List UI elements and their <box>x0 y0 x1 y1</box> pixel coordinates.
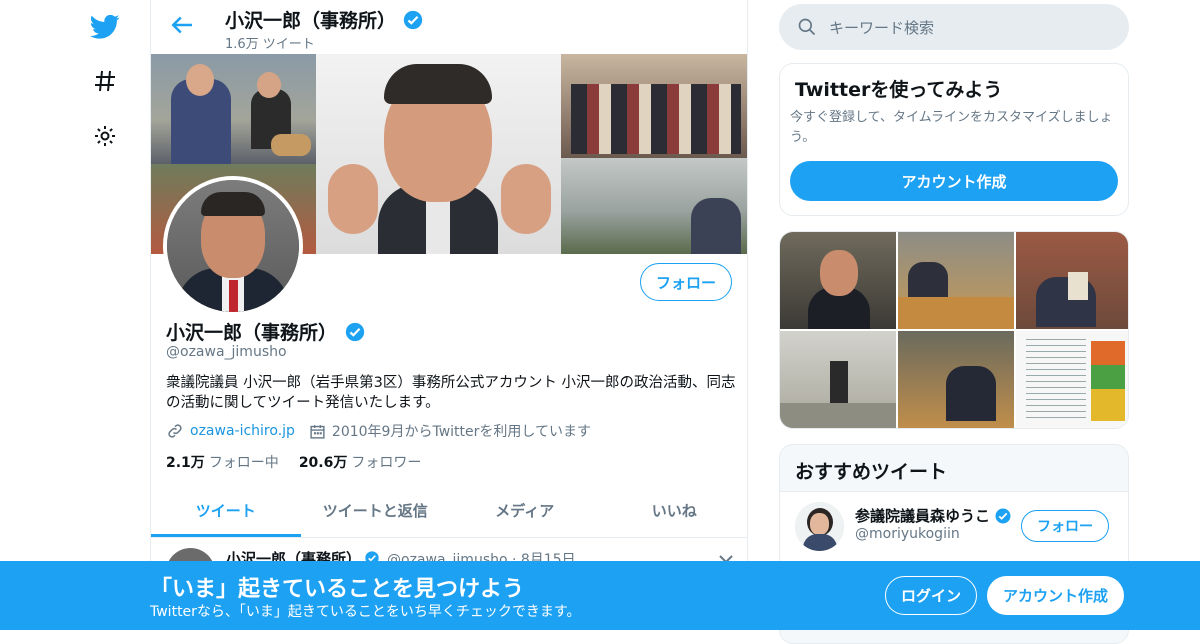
profile-topbar: 小沢一郎（事務所） 1.6万 ツイート <box>151 0 747 54</box>
avatar <box>795 502 844 551</box>
media-thumbnail[interactable] <box>780 331 896 428</box>
following-count[interactable]: 2.1万 フォロー中 <box>166 452 279 472</box>
main-column: 小沢一郎（事務所） 1.6万 ツイート フォロー 小沢一郎（事務所） @ozaw… <box>150 0 748 630</box>
profile-bio: 衆議院議員 小沢一郎（岩手県第3区）事務所公式アカウント 小沢一郎の政治活動、同… <box>166 375 736 411</box>
bottom-bar-title: 「いま」起きていることを見つけよう <box>150 577 525 602</box>
media-thumbnail[interactable] <box>1016 232 1128 329</box>
following-label: フォロー中 <box>208 455 279 471</box>
verified-badge-icon <box>403 10 423 29</box>
recommended-user-name-text: 参議院議員森ゆうこ <box>855 507 991 525</box>
media-grid <box>779 231 1129 429</box>
profile-meta: ozawa-ichiro.jp 2010年9月からTwitterを利用しています <box>166 421 591 441</box>
profile-joined: 2010年9月からTwitterを利用しています <box>309 421 591 441</box>
search-input[interactable]: キーワード検索 <box>829 17 934 38</box>
bottom-signup-bar: 「いま」起きていることを見つけよう Twitterなら、「いま」起きていることを… <box>0 561 1200 630</box>
back-arrow-icon[interactable] <box>167 10 197 40</box>
recommended-user[interactable]: 参議院議員森ゆうこ @moriyukogiin フォロー <box>780 491 1128 561</box>
profile-name-text: 小沢一郎（事務所） <box>166 322 338 344</box>
profile-counts: 2.1万 フォロー中 20.6万 フォロワー <box>166 452 421 472</box>
recommended-user-name: 参議院議員森ゆうこ <box>855 505 1012 526</box>
following-number: 2.1万 <box>166 455 205 471</box>
media-thumbnail[interactable] <box>1016 331 1128 428</box>
joined-text: 2010年9月からTwitterを利用しています <box>331 424 591 440</box>
signup-card: Twitterを使ってみよう 今すぐ登録して、タイムラインをカスタマイズしましょ… <box>779 63 1129 216</box>
gear-icon[interactable] <box>88 119 122 153</box>
header-tweet-count: 1.6万 ツイート <box>225 37 315 52</box>
followers-count[interactable]: 20.6万 フォロワー <box>299 452 422 472</box>
header-name: 小沢一郎（事務所） <box>225 6 424 33</box>
recommended-user-handle: @moriyukogiin <box>855 526 960 542</box>
header-name-text: 小沢一郎（事務所） <box>225 10 397 32</box>
recommended-title: おすすめツイート <box>795 461 948 483</box>
tab-likes[interactable]: いいね <box>600 486 748 537</box>
signup-card-title: Twitterを使ってみよう <box>795 79 1003 101</box>
media-thumbnail[interactable] <box>780 232 896 329</box>
profile-tabs: ツイート ツイートと返信 メディア いいね <box>151 486 748 538</box>
signup-button[interactable]: アカウント作成 <box>987 576 1124 615</box>
banner-photo <box>561 158 747 254</box>
calendar-icon <box>310 424 325 439</box>
search-bar[interactable]: キーワード検索 <box>779 4 1129 50</box>
profile-name: 小沢一郎（事務所） <box>166 318 366 345</box>
banner-photo <box>151 54 316 164</box>
tab-tweets[interactable]: ツイート <box>151 486 301 537</box>
login-button[interactable]: ログイン <box>885 576 977 615</box>
website-link[interactable]: ozawa-ichiro.jp <box>190 423 295 439</box>
profile-avatar[interactable] <box>163 176 303 316</box>
tab-tweets-and-replies[interactable]: ツイートと返信 <box>301 486 451 537</box>
banner-photo <box>316 54 561 254</box>
search-icon <box>798 18 816 36</box>
link-icon <box>168 424 182 438</box>
left-nav <box>0 0 150 630</box>
verified-badge-icon <box>345 322 365 341</box>
recommended-follow-button[interactable]: フォロー <box>1021 510 1109 542</box>
follow-button[interactable]: フォロー <box>639 263 732 301</box>
signup-card-description: 今すぐ登録して、タイムラインをカスタマイズしましょう。 <box>790 110 1113 145</box>
followers-label: フォロワー <box>351 455 422 471</box>
profile-website: ozawa-ichiro.jp <box>166 421 295 441</box>
followers-number: 20.6万 <box>298 455 348 471</box>
verified-badge-icon <box>995 508 1011 523</box>
banner-photo <box>561 54 747 158</box>
twitter-bird-icon[interactable] <box>88 10 122 44</box>
media-thumbnail[interactable] <box>898 331 1014 428</box>
hashtag-icon[interactable] <box>88 64 122 98</box>
create-account-button[interactable]: アカウント作成 <box>790 161 1118 201</box>
tab-media[interactable]: メディア <box>450 486 600 537</box>
bottom-bar-subtitle: Twitterなら、「いま」起きていることをいち早くチェックできます。 <box>150 604 581 620</box>
profile-handle: @ozawa_jimusho <box>166 344 287 360</box>
media-thumbnail[interactable] <box>898 232 1014 329</box>
